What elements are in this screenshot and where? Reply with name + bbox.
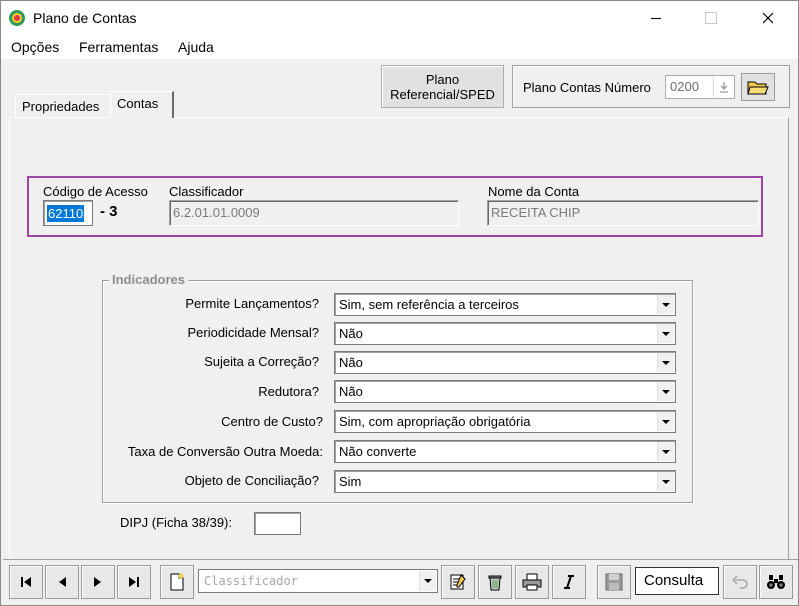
periodicidade-mensal-label: Periodicidade Mensal? bbox=[187, 325, 319, 340]
delete-button[interactable] bbox=[478, 565, 512, 599]
last-icon bbox=[129, 577, 139, 587]
folder-icon bbox=[747, 81, 769, 95]
codigo-value: 62110 bbox=[47, 205, 85, 222]
plano-contas-input[interactable]: 0200 bbox=[665, 75, 735, 99]
title-bar: Plano de Contas bbox=[1, 1, 798, 35]
first-icon bbox=[21, 577, 31, 587]
objeto-conciliacao-select[interactable]: Sim bbox=[334, 470, 676, 493]
sujeita-correcao-label: Sujeita a Correção? bbox=[204, 354, 319, 369]
centro-custo-label: Centro de Custo? bbox=[221, 414, 323, 429]
next-icon bbox=[94, 577, 101, 587]
maximize-button[interactable] bbox=[688, 1, 734, 35]
find-button[interactable] bbox=[759, 565, 793, 599]
open-folder-button[interactable] bbox=[741, 73, 775, 101]
previous-record-button[interactable] bbox=[45, 565, 79, 599]
dipj-input[interactable] bbox=[254, 512, 301, 535]
indicadores-title: Indicadores bbox=[109, 272, 188, 287]
bottom-toolbar: Classificador Consulta bbox=[3, 559, 798, 605]
chevron-down-icon[interactable] bbox=[657, 382, 674, 401]
nome-conta-label: Nome da Conta bbox=[488, 184, 580, 199]
objeto-conciliacao-label: Objeto de Conciliação? bbox=[184, 473, 319, 488]
edit-icon bbox=[450, 574, 466, 590]
app-icon bbox=[9, 10, 25, 26]
delete-icon bbox=[488, 575, 502, 591]
window-title: Plano de Contas bbox=[33, 10, 137, 26]
redutora-select[interactable]: Não bbox=[334, 380, 676, 403]
minimize-button[interactable] bbox=[633, 1, 679, 35]
close-icon bbox=[762, 12, 774, 24]
sujeita-correcao-select[interactable]: Não bbox=[334, 351, 676, 374]
menu-opcoes[interactable]: Opções bbox=[11, 39, 59, 55]
plano-contas-group: Plano Contas Número 0200 bbox=[512, 65, 790, 108]
print-icon bbox=[522, 573, 542, 591]
taxa-conversao-select[interactable]: Não converte bbox=[334, 440, 676, 463]
last-record-button[interactable] bbox=[117, 565, 151, 599]
chevron-down-icon[interactable] bbox=[657, 472, 674, 491]
menu-ferramentas[interactable]: Ferramentas bbox=[79, 39, 158, 55]
digito-verificador: - 3 bbox=[100, 203, 118, 220]
new-icon bbox=[170, 573, 184, 591]
chevron-down-icon[interactable] bbox=[419, 571, 436, 591]
classificador-label: Classificador bbox=[169, 184, 244, 199]
chevron-down-icon[interactable] bbox=[657, 324, 674, 343]
classificador-field[interactable]: 6.2.01.01.0009 bbox=[169, 200, 459, 226]
close-button[interactable] bbox=[745, 1, 791, 35]
periodicidade-mensal-select[interactable]: Não bbox=[334, 322, 676, 345]
dipj-label: DIPJ (Ficha 38/39): bbox=[120, 515, 232, 530]
chevron-down-icon[interactable] bbox=[657, 295, 674, 314]
plano-referencial-line2: Referencial/SPED bbox=[390, 87, 495, 102]
codigo-label: Código de Acesso bbox=[43, 184, 148, 199]
undo-icon bbox=[732, 575, 748, 589]
italic-button[interactable] bbox=[552, 565, 586, 599]
print-button[interactable] bbox=[515, 565, 549, 599]
undo-button[interactable] bbox=[723, 565, 757, 599]
chevron-down-icon[interactable] bbox=[657, 353, 674, 372]
menu-ajuda[interactable]: Ajuda bbox=[178, 39, 214, 55]
plano-referencial-line1: Plano bbox=[425, 72, 460, 87]
plano-contas-value: 0200 bbox=[670, 79, 699, 94]
tab-contas[interactable]: Contas bbox=[110, 91, 174, 118]
chevron-down-icon[interactable] bbox=[657, 412, 674, 431]
binoculars-icon bbox=[767, 575, 785, 589]
nome-conta-field[interactable]: RECEITA CHIP bbox=[487, 200, 759, 226]
permite-lancamentos-select[interactable]: Sim, sem referência a terceiros bbox=[334, 293, 676, 316]
save-button[interactable] bbox=[597, 565, 631, 599]
taxa-conversao-label: Taxa de Conversão Outra Moeda: bbox=[127, 444, 323, 459]
codigo-input[interactable]: 62110 bbox=[43, 200, 93, 226]
redutora-label: Redutora? bbox=[258, 384, 319, 399]
main-window: Plano de Contas Opções Ferramentas Ajuda… bbox=[0, 0, 799, 606]
search-placeholder: Classificador bbox=[204, 574, 298, 588]
centro-custo-select[interactable]: Sim, com apropriação obrigatória bbox=[334, 410, 676, 433]
menu-bar: Opções Ferramentas Ajuda bbox=[1, 35, 798, 59]
next-record-button[interactable] bbox=[81, 565, 115, 599]
italic-icon bbox=[564, 575, 574, 589]
save-icon bbox=[605, 573, 623, 591]
prev-icon bbox=[59, 577, 66, 587]
chevron-down-icon[interactable] bbox=[657, 442, 674, 461]
search-field[interactable]: Classificador bbox=[198, 569, 438, 593]
download-icon[interactable] bbox=[713, 77, 733, 97]
first-record-button[interactable] bbox=[9, 565, 43, 599]
permite-lancamentos-label: Permite Lançamentos? bbox=[185, 296, 319, 311]
plano-contas-label: Plano Contas Número bbox=[523, 80, 651, 95]
mode-indicator: Consulta bbox=[635, 567, 719, 595]
tab-propriedades[interactable]: Propriedades bbox=[15, 94, 110, 118]
new-record-button[interactable] bbox=[160, 565, 194, 599]
plano-referencial-button[interactable]: Plano Referencial/SPED bbox=[381, 65, 504, 108]
edit-button[interactable] bbox=[441, 565, 475, 599]
